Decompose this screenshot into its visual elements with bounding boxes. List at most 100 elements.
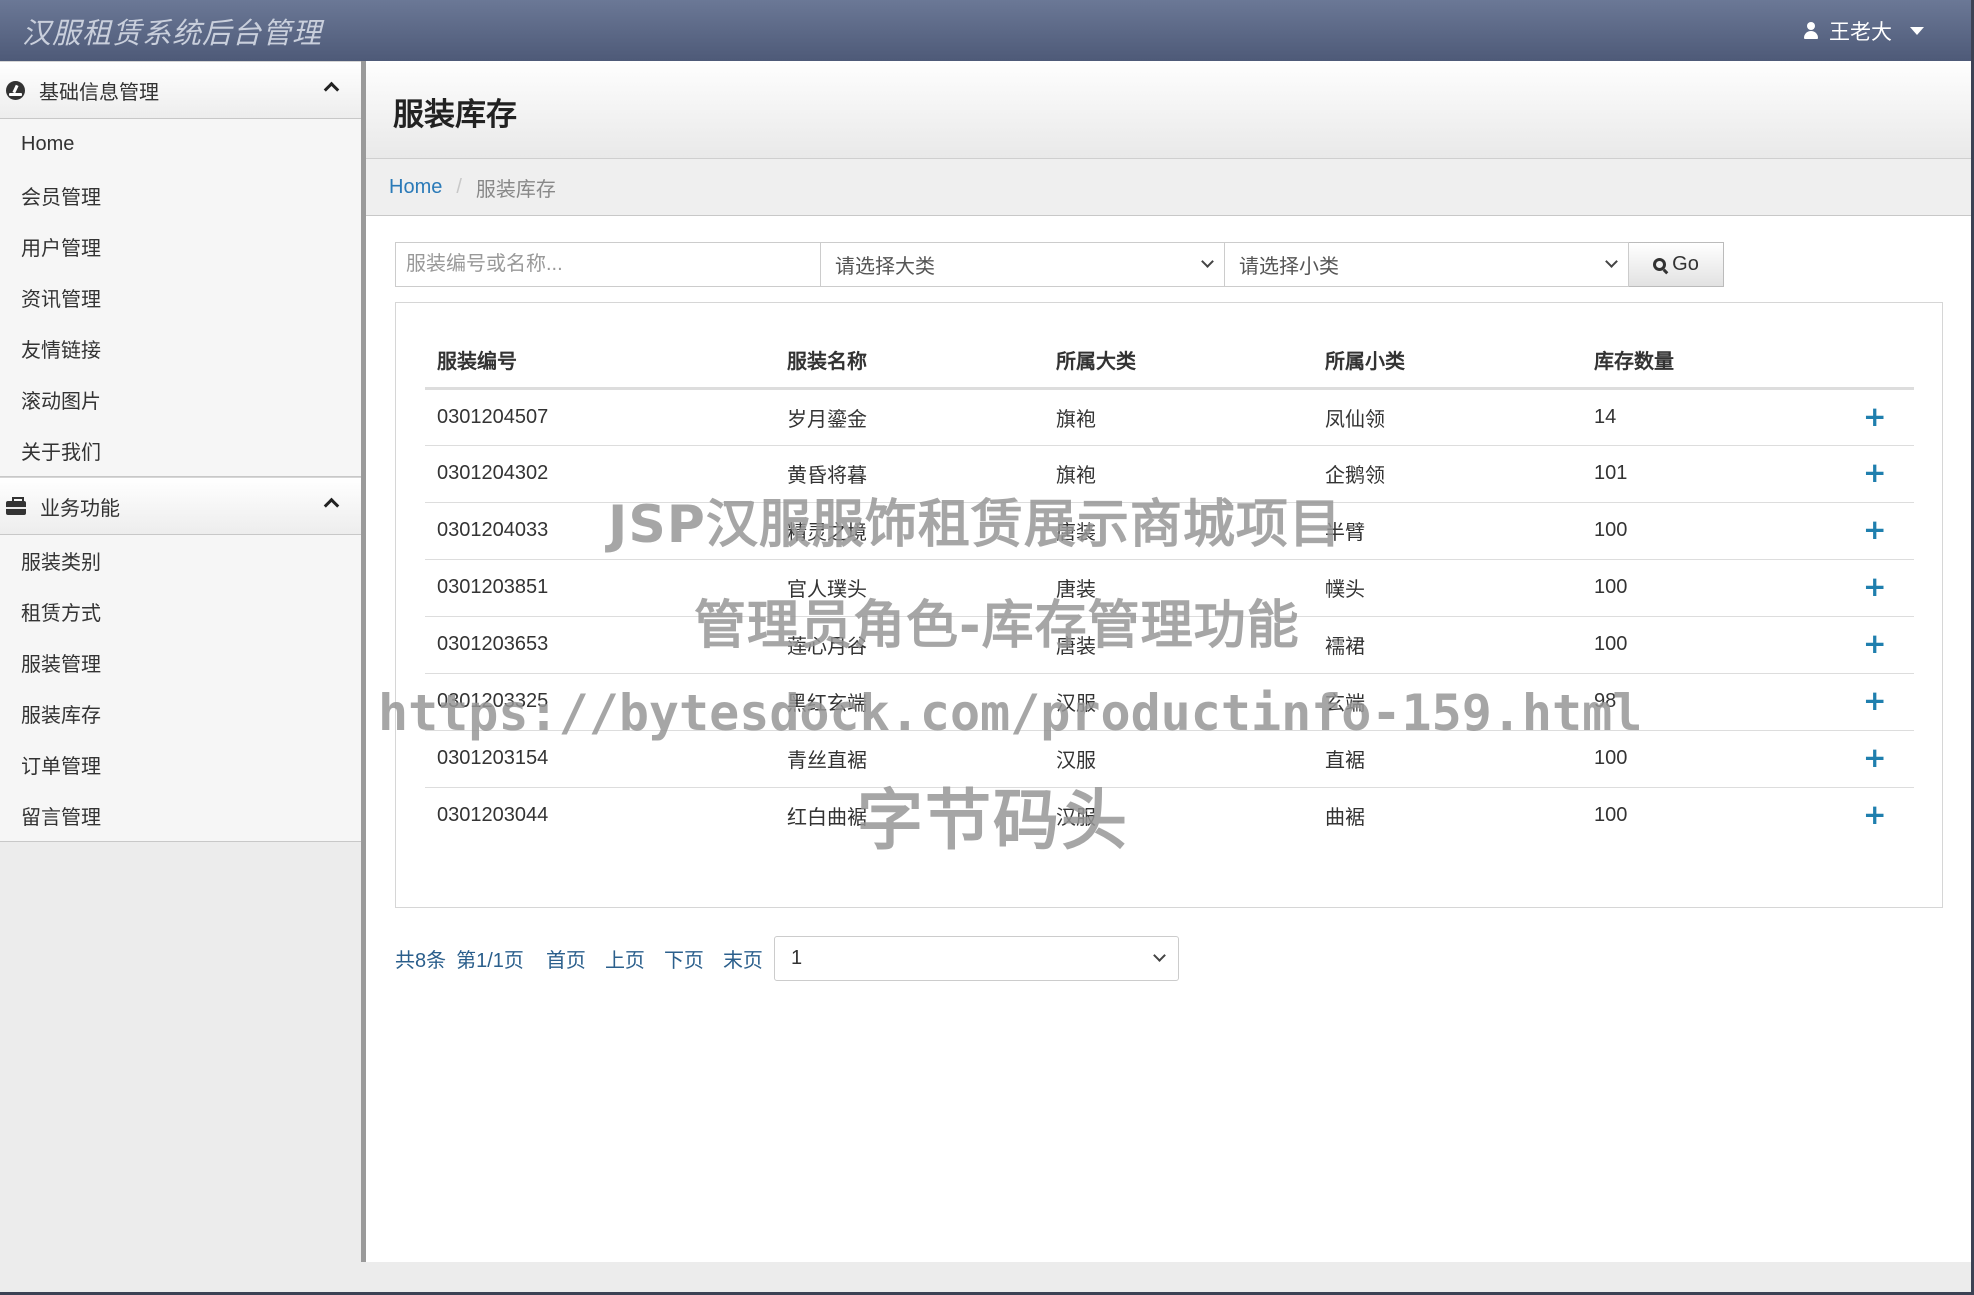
cell-subcategory: 企鹅领 bbox=[1313, 445, 1582, 503]
pagination-page-info: 第1/1页 bbox=[456, 950, 524, 972]
cell-stock: 100 bbox=[1582, 730, 1851, 788]
sidebar-item-about[interactable]: 关于我们 bbox=[0, 425, 361, 476]
pagination-last-link[interactable]: 末页 bbox=[723, 944, 763, 973]
cell-subcategory: 凤仙领 bbox=[1313, 388, 1582, 446]
column-header-stock: 库存数量 bbox=[1582, 333, 1851, 390]
cell-action: + bbox=[1851, 445, 1914, 503]
sidebar-item-home[interactable]: Home bbox=[0, 119, 361, 170]
user-menu-dropdown[interactable]: 王老大 bbox=[1803, 16, 1924, 46]
page-header: 服装库存 bbox=[366, 61, 1971, 159]
cell-subcategory: 曲裾 bbox=[1325, 807, 1365, 830]
column-header-subcategory: 所属小类 bbox=[1313, 333, 1582, 390]
plus-icon[interactable]: + bbox=[1863, 630, 1886, 658]
cell-code: 0301203044 bbox=[437, 804, 549, 827]
cell-stock: 100 bbox=[1582, 616, 1851, 674]
sidebar-item-rental-method[interactable]: 租赁方式 bbox=[0, 586, 361, 637]
sidebar-item-carousel[interactable]: 滚动图片 bbox=[0, 374, 361, 425]
sidebar-item-users[interactable]: 用户管理 bbox=[0, 221, 361, 272]
pagination: 共8条 第1/1页 首页 上页 下页 末页 1 bbox=[395, 936, 1179, 981]
cell-subcategory: 直裾 bbox=[1313, 730, 1582, 788]
pagination-prev-link[interactable]: 上页 bbox=[605, 944, 645, 973]
go-search-button[interactable]: Go bbox=[1628, 242, 1724, 287]
user-icon bbox=[1803, 22, 1819, 40]
sidebar-item-messages[interactable]: 留言管理 bbox=[0, 790, 361, 841]
sidebar-item-links[interactable]: 友情链接 bbox=[0, 323, 361, 374]
chevron-up-icon[interactable] bbox=[323, 81, 340, 98]
cell-action: + bbox=[1851, 673, 1914, 731]
cell-category: 汉服 bbox=[1044, 673, 1313, 731]
cell-stock: 100 bbox=[1594, 804, 1628, 827]
breadcrumb-home-link[interactable]: Home bbox=[389, 176, 442, 199]
column-header-name: 服装名称 bbox=[775, 333, 1044, 390]
table-header-row: 服装编号 服装名称 所属大类 所属小类 库存数量 bbox=[425, 333, 1914, 390]
plus-icon[interactable]: + bbox=[1863, 402, 1886, 431]
inventory-table-panel: 服装编号 服装名称 所属大类 所属小类 库存数量 0301204507 岁月鎏金旗… bbox=[395, 302, 1943, 908]
plus-icon[interactable]: + bbox=[1863, 801, 1886, 829]
chevron-up-icon[interactable] bbox=[323, 497, 340, 514]
cell-name: 黑红玄端 bbox=[775, 673, 1044, 731]
cell-action: + bbox=[1851, 787, 1914, 844]
sidebar: 基础信息管理 Home 会员管理 用户管理 资讯管理 友情链接 滚动图片 关于我… bbox=[0, 61, 361, 1262]
cell-action: + bbox=[1851, 616, 1914, 674]
cell-name: 黄昏将暮 bbox=[775, 445, 1044, 503]
table-row: 0301203154 青丝直裾 汉服 直裾 100 + bbox=[425, 730, 1914, 788]
pagination-next-link[interactable]: 下页 bbox=[664, 944, 704, 973]
search-icon bbox=[1653, 258, 1667, 271]
cell-name: 莲心月谷 bbox=[775, 616, 1044, 674]
sidebar-list-business: 服装类别 租赁方式 服装管理 服装库存 订单管理 留言管理 bbox=[0, 535, 361, 842]
plus-icon[interactable]: + bbox=[1863, 744, 1886, 772]
plus-icon[interactable]: + bbox=[1863, 459, 1886, 487]
cell-category: 汉服 bbox=[1044, 730, 1313, 788]
go-button-label: Go bbox=[1672, 253, 1699, 275]
briefcase-icon bbox=[6, 497, 26, 515]
sidebar-item-clothing-management[interactable]: 服装管理 bbox=[0, 637, 361, 688]
cell-category: 汉服 bbox=[1056, 807, 1096, 830]
table-row: 0301204033 精灵之境 唐装 半臂 100 + bbox=[425, 502, 1914, 560]
plus-icon[interactable]: + bbox=[1863, 516, 1886, 544]
subcategory-select[interactable]: 请选择小类 bbox=[1224, 242, 1629, 287]
cell-stock: 14 bbox=[1582, 388, 1851, 446]
column-header-category: 所属大类 bbox=[1044, 333, 1313, 390]
sidebar-item-clothing-inventory[interactable]: 服装库存 bbox=[0, 688, 361, 739]
sidebar-item-orders[interactable]: 订单管理 bbox=[0, 739, 361, 790]
breadcrumb: Home / 服装库存 bbox=[366, 159, 1971, 216]
app-brand-title: 汉服租赁系统后台管理 bbox=[22, 16, 323, 50]
inventory-table: 服装编号 服装名称 所属大类 所属小类 库存数量 0301204507 岁月鎏金旗… bbox=[425, 333, 1914, 844]
cell-code: 0301203154 bbox=[425, 730, 775, 788]
pagination-total: 共8条 bbox=[395, 950, 447, 972]
cell-code: 0301204033 bbox=[425, 502, 775, 560]
main-content: 服装库存 Home / 服装库存 请选择大类 请选择小类 Go 服装编号 服装名… bbox=[366, 61, 1971, 1262]
sidebar-item-members[interactable]: 会员管理 bbox=[0, 170, 361, 221]
cell-subcategory: 幞头 bbox=[1313, 559, 1582, 617]
dashboard-icon bbox=[6, 80, 25, 100]
cell-stock: 101 bbox=[1582, 445, 1851, 503]
cell-action: + bbox=[1851, 730, 1914, 788]
cell-name: 官人璞头 bbox=[775, 559, 1044, 617]
sidebar-item-news[interactable]: 资讯管理 bbox=[0, 272, 361, 323]
cell-action: + bbox=[1851, 502, 1914, 560]
caret-down-icon bbox=[1910, 27, 1924, 35]
breadcrumb-current: 服装库存 bbox=[475, 178, 556, 201]
cell-name: 青丝直裾 bbox=[775, 730, 1044, 788]
table-row: 0301203044 红白曲裾 汉服 曲裾 100 + bbox=[425, 787, 1914, 844]
sidebar-group-title: 基础信息管理 bbox=[39, 81, 159, 104]
cell-stock: 100 bbox=[1582, 502, 1851, 560]
cell-name: 红白曲裾 bbox=[787, 807, 867, 830]
chevron-down-icon bbox=[1153, 949, 1166, 962]
subcategory-select-value: 请选择小类 bbox=[1239, 256, 1339, 278]
sidebar-group-business[interactable]: 业务功能 bbox=[0, 477, 361, 535]
cell-code: 0301203851 bbox=[425, 559, 775, 617]
pagination-first-link[interactable]: 首页 bbox=[546, 944, 586, 973]
sidebar-group-basic-info[interactable]: 基础信息管理 bbox=[0, 61, 361, 119]
sidebar-list-basic-info: Home 会员管理 用户管理 资讯管理 友情链接 滚动图片 关于我们 bbox=[0, 119, 361, 477]
plus-icon[interactable]: + bbox=[1863, 687, 1886, 715]
plus-icon[interactable]: + bbox=[1863, 573, 1886, 601]
page-number-select[interactable]: 1 bbox=[773, 936, 1179, 981]
chevron-down-icon bbox=[1605, 255, 1618, 268]
column-header-code: 服装编号 bbox=[425, 333, 775, 390]
category-select[interactable]: 请选择大类 bbox=[820, 242, 1225, 287]
search-input[interactable] bbox=[395, 242, 821, 287]
sidebar-item-clothing-category[interactable]: 服装类别 bbox=[0, 535, 361, 586]
sidebar-group-title: 业务功能 bbox=[40, 497, 120, 520]
cell-name: 精灵之境 bbox=[775, 502, 1044, 560]
